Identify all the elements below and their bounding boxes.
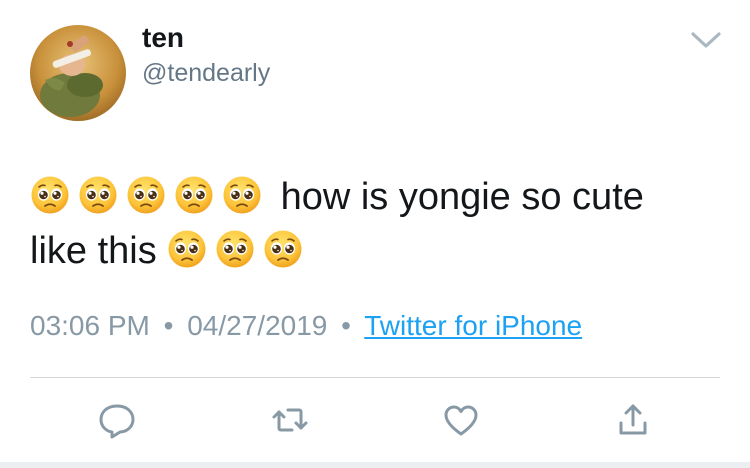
display-name[interactable]: ten <box>142 18 184 58</box>
reply-icon[interactable] <box>92 395 142 445</box>
retweet-icon[interactable] <box>265 395 315 445</box>
pleading-face-emoji <box>215 229 255 269</box>
tweet-text: how is yongie so cute like this <box>30 170 730 278</box>
bottom-border <box>0 462 750 468</box>
pleading-face-emoji <box>222 175 262 215</box>
pleading-face-emoji <box>167 229 207 269</box>
tweet-source-link[interactable]: Twitter for iPhone <box>364 310 582 341</box>
pleading-face-emoji <box>263 229 303 269</box>
emoji-group-line2 <box>167 230 311 272</box>
tweet-text-line2: like this <box>30 230 157 272</box>
pleading-face-emoji <box>126 175 166 215</box>
pleading-face-emoji <box>174 175 214 215</box>
tweet-time: 03:06 PM <box>30 310 150 341</box>
action-bar <box>0 395 750 445</box>
avatar-photo <box>30 25 126 121</box>
tweet-meta: 03:06 PM • 04/27/2019 • Twitter for iPho… <box>30 308 582 344</box>
pleading-face-emoji <box>30 175 70 215</box>
pleading-face-emoji <box>78 175 118 215</box>
share-icon[interactable] <box>608 395 658 445</box>
avatar[interactable] <box>30 25 126 121</box>
user-handle[interactable]: @tendearly <box>142 57 270 89</box>
divider <box>30 377 720 378</box>
meta-separator: • <box>341 310 351 341</box>
meta-separator: • <box>163 310 174 341</box>
tweet-text-line1: how is yongie so cute <box>280 176 644 218</box>
emoji-group-line1 <box>30 176 281 218</box>
heart-icon[interactable] <box>436 395 486 445</box>
chevron-down-icon[interactable] <box>688 26 724 54</box>
tweet-date: 04/27/2019 <box>187 310 328 341</box>
